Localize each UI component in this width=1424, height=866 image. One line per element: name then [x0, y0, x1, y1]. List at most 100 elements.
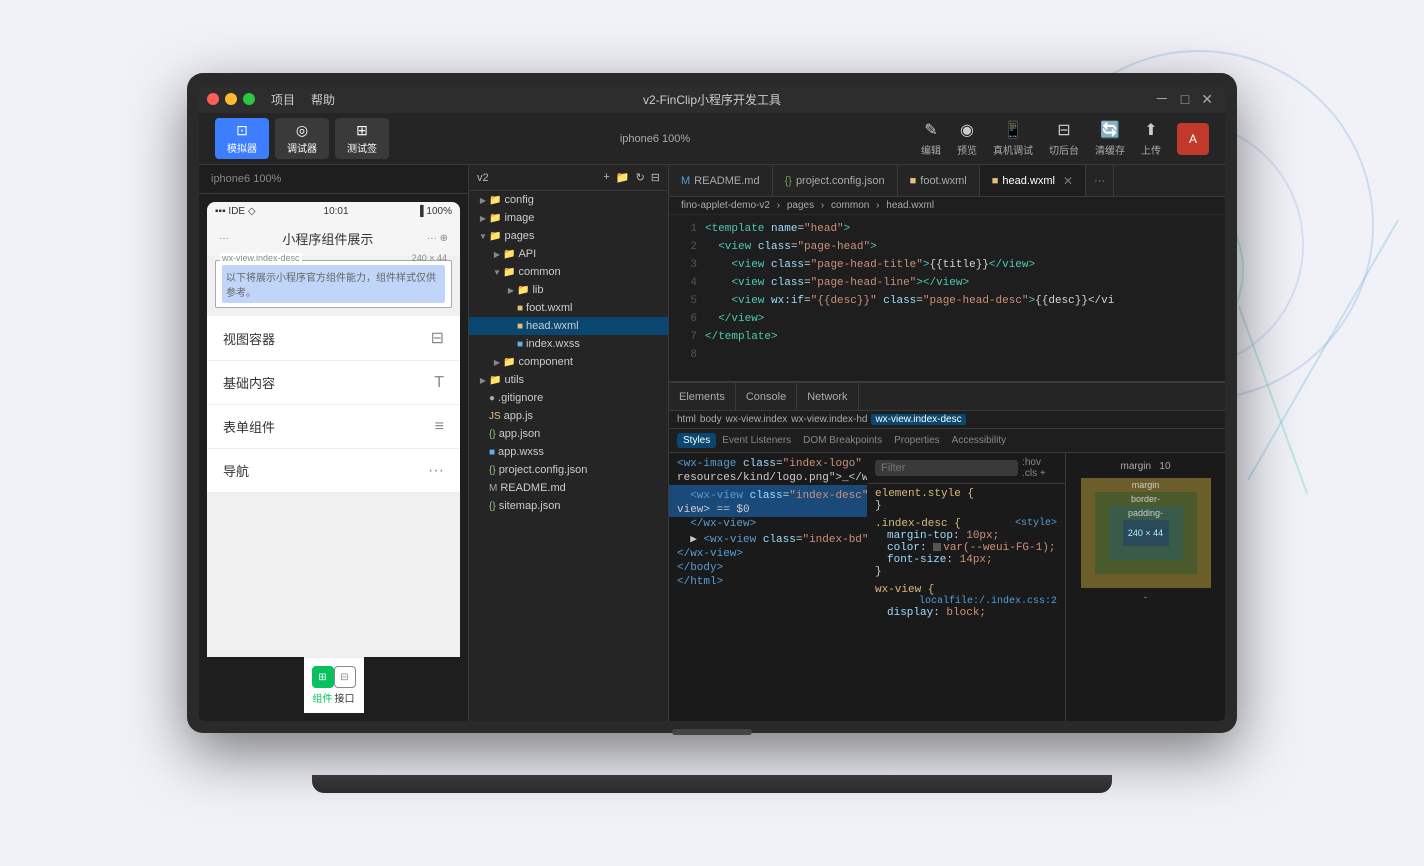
new-folder-icon[interactable]: 📁	[616, 171, 630, 184]
dom-panel[interactable]: <wx-image class="index-logo" src="../res…	[669, 453, 867, 721]
collapse-icon[interactable]: ⊟	[651, 171, 660, 184]
tree-item-index-wxss[interactable]: ■ index.wxss	[469, 335, 668, 353]
tree-item-utils[interactable]: ▶ 📁 utils	[469, 371, 668, 389]
close-button[interactable]	[207, 93, 219, 105]
action-upload[interactable]: ⬆ 上传	[1141, 120, 1161, 157]
window-min-btn[interactable]: －	[1151, 89, 1173, 109]
tree-item-app-js[interactable]: JS app.js	[469, 407, 668, 425]
nav-item-views[interactable]: 视图容器 ⊟	[207, 316, 460, 361]
phone-tab-component[interactable]: ⊞ 组件	[312, 666, 334, 705]
editor-tab-head[interactable]: ■ head.wxml ✕	[980, 165, 1086, 196]
nav-item-form[interactable]: 表单组件 ≡	[207, 405, 460, 449]
style-prop-color: color	[887, 542, 920, 554]
tab-debugger[interactable]: ◎ 调试器	[275, 118, 329, 159]
tab-test[interactable]: ⊞ 测试签	[335, 118, 389, 159]
tab-close-icon[interactable]: ✕	[1063, 174, 1073, 188]
phone-title-bar: ··· 小程序组件展示 ··· ⊕	[207, 221, 460, 256]
element-tabs: Styles Event Listeners DOM Breakpoints P…	[669, 429, 1225, 453]
tree-item-gitignore[interactable]: ● .gitignore	[469, 389, 668, 407]
tree-label-pages: pages	[504, 230, 534, 242]
nav-item-nav[interactable]: 导航 ···	[207, 449, 460, 493]
action-background[interactable]: ⊟ 切后台	[1049, 120, 1079, 157]
minimize-button[interactable]	[225, 93, 237, 105]
window-controls	[207, 93, 255, 105]
action-clear-cache[interactable]: 🔄 清缓存	[1095, 120, 1125, 157]
dom-bc-wx-view-index[interactable]: wx-view.index	[726, 414, 788, 425]
window-close-btn[interactable]: ✕	[1197, 91, 1217, 108]
tree-item-head-wxml[interactable]: ■ head.wxml	[469, 317, 668, 335]
nav-icon-nav: ···	[428, 462, 444, 480]
line-content-6: </view>	[705, 313, 1225, 325]
element-tab-properties[interactable]: Properties	[888, 433, 946, 448]
devtools-tab-console[interactable]: Console	[736, 383, 797, 410]
bm-content-label: 240 × 44	[1123, 520, 1169, 546]
tree-label-common: common	[518, 266, 560, 278]
tree-item-pages[interactable]: ▼ 📁 pages	[469, 227, 668, 245]
tree-item-image[interactable]: ▶ 📁 image	[469, 209, 668, 227]
more-tabs-icon: ···	[1094, 175, 1105, 187]
action-preview[interactable]: ◉ 预览	[957, 120, 977, 157]
styles-body: element.style { } .index-desc { <style>	[867, 484, 1065, 721]
maximize-button[interactable]	[243, 93, 255, 105]
menu-item-help[interactable]: 帮助	[311, 91, 335, 108]
devtools-tab-network[interactable]: Network	[797, 383, 858, 410]
code-editor[interactable]: 1 <template name="head"> 2 <view class="…	[669, 215, 1225, 381]
tree-item-lib[interactable]: ▶ 📁 lib	[469, 281, 668, 299]
tree-item-api[interactable]: ▶ 📁 API	[469, 245, 668, 263]
tree-item-sitemap[interactable]: {} sitemap.json	[469, 497, 668, 515]
device-selector[interactable]: iphone6 100%	[620, 133, 690, 145]
editor-tab-foot[interactable]: ■ foot.wxml	[898, 165, 980, 196]
code-line-5: 5 <view wx:if="{{desc}}" class="page-hea…	[669, 295, 1225, 313]
action-real-debug[interactable]: 📱 真机调试	[993, 120, 1033, 157]
user-avatar[interactable]: A	[1177, 123, 1209, 155]
file-icon-app-js: JS	[489, 411, 501, 422]
phone-status-bar: ▪▪▪ IDE ◇ 10:01 ▐ 100%	[207, 202, 460, 221]
element-tab-dom-breakpoints[interactable]: DOM Breakpoints	[797, 433, 888, 448]
phone-tab-interface[interactable]: ⊟ 接口	[334, 666, 356, 705]
component-tab-icon: ⊞	[312, 666, 334, 688]
tree-label-config: config	[504, 194, 533, 206]
tab-simulator[interactable]: ⊡ 模拟器	[215, 118, 269, 159]
code-area[interactable]: 1 <template name="head"> 2 <view class="…	[669, 215, 1225, 381]
element-tab-accessibility[interactable]: Accessibility	[946, 433, 1012, 448]
editor-tab-more[interactable]: ···	[1086, 165, 1114, 196]
tree-item-readme[interactable]: M README.md	[469, 479, 668, 497]
styles-filter-header: :hov .cls +	[867, 453, 1065, 484]
element-tab-styles[interactable]: Styles	[677, 433, 716, 448]
tree-item-component[interactable]: ▶ 📁 component	[469, 353, 668, 371]
component-grid-icon: ⊞	[318, 672, 326, 683]
window-restore-btn[interactable]: □	[1177, 91, 1193, 107]
editor-tab-readme[interactable]: M README.md	[669, 165, 773, 196]
devtools-tab-elements[interactable]: Elements	[669, 383, 736, 410]
file-icon-app-wxss: ■	[489, 447, 495, 458]
tree-item-app-json[interactable]: {} app.json	[469, 425, 668, 443]
tree-item-app-wxss[interactable]: ■ app.wxss	[469, 443, 668, 461]
tree-item-project-config[interactable]: {} project.config.json	[469, 461, 668, 479]
phone-more: ··· ⊕	[427, 233, 448, 244]
styles-panel: :hov .cls + element.style { }	[867, 453, 1065, 721]
nav-item-basic[interactable]: 基础内容 T	[207, 361, 460, 405]
style-source-wx-view[interactable]: localfile:/.index.css:2	[919, 596, 1057, 607]
tree-label-image: image	[504, 212, 534, 224]
refresh-icon[interactable]: ↻	[636, 171, 645, 184]
new-file-icon[interactable]: +	[603, 171, 609, 184]
devtools-header: Elements Console Network	[669, 383, 1225, 411]
style-val-display: block;	[946, 607, 986, 619]
tree-label-app-wxss: app.wxss	[498, 446, 544, 458]
editor-tab-project-config[interactable]: {} project.config.json	[773, 165, 898, 196]
dom-line-3[interactable]: <wx-view class="index-desc">以下将展示小程序官方组件…	[669, 485, 867, 503]
tree-item-foot-wxml[interactable]: ■ foot.wxml	[469, 299, 668, 317]
tree-item-config[interactable]: ▶ 📁 config	[469, 191, 668, 209]
action-edit[interactable]: ✎ 编辑	[921, 120, 941, 157]
dom-bc-wx-view-index-hd[interactable]: wx-view.index-hd	[791, 414, 867, 425]
styles-filter-input[interactable]	[875, 460, 1018, 476]
nav-label-nav: 导航	[223, 461, 249, 480]
menu-item-project[interactable]: 项目	[271, 91, 295, 108]
dom-bc-body[interactable]: body	[700, 414, 722, 425]
dom-line-4[interactable]: view> == $0	[669, 503, 867, 517]
dom-bc-html[interactable]: html	[677, 414, 696, 425]
tree-item-common[interactable]: ▼ 📁 common	[469, 263, 668, 281]
element-tab-event-listeners[interactable]: Event Listeners	[716, 433, 797, 448]
line-num-4: 4	[669, 277, 705, 289]
dom-bc-wx-view-index-desc[interactable]: wx-view.index-desc	[871, 414, 965, 425]
